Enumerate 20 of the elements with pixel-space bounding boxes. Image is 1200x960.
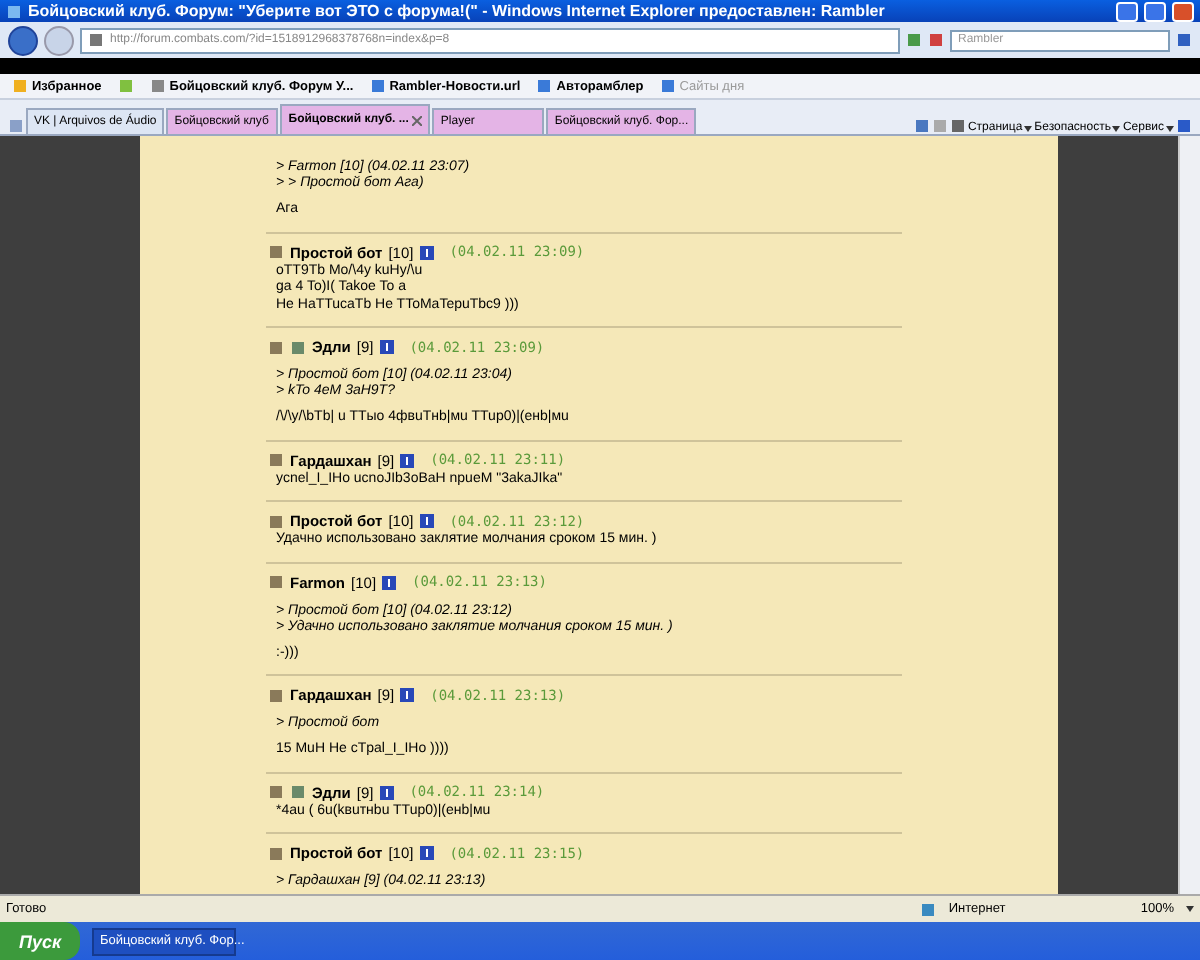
info-icon[interactable] <box>379 340 394 354</box>
caret-icon <box>1186 906 1194 912</box>
maximize-button[interactable] <box>1144 1 1166 21</box>
info-icon[interactable] <box>400 688 415 702</box>
close-button[interactable] <box>1172 1 1194 21</box>
scrollbar[interactable] <box>1178 136 1200 894</box>
window-title: Бойцовский клуб. Форум: "Уберите вот ЭТО с форума!(" - Windows Internet Explorer предоставлен: Rambler <box>28 2 887 20</box>
minimize-button[interactable] <box>1116 1 1138 21</box>
caret-icon <box>1166 125 1174 131</box>
info-icon[interactable] <box>419 846 434 860</box>
info-icon[interactable] <box>382 575 397 589</box>
close-tab-icon[interactable] <box>412 115 423 125</box>
caret-icon <box>1112 125 1121 131</box>
info-icon[interactable] <box>400 453 415 467</box>
back-button[interactable] <box>8 25 38 55</box>
caret-icon <box>1024 125 1033 131</box>
info-icon[interactable] <box>419 514 434 528</box>
info-icon[interactable] <box>379 785 394 799</box>
start-button[interactable]: Пуск <box>0 922 80 960</box>
info-icon[interactable] <box>419 245 434 259</box>
